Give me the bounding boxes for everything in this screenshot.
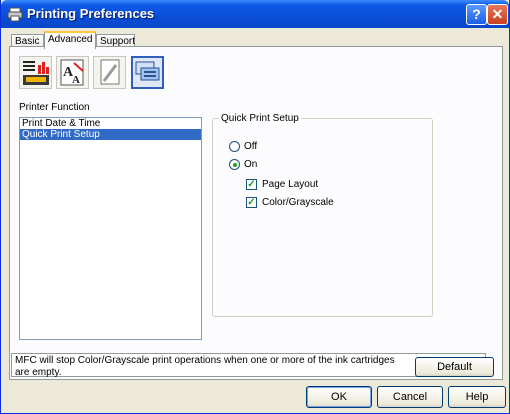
print-quality-button[interactable] <box>19 56 52 89</box>
default-button[interactable]: Default <box>415 357 494 377</box>
copy-stamp-button[interactable] <box>93 56 126 89</box>
cancel-button[interactable]: Cancel <box>377 386 443 408</box>
help-title-button[interactable]: ? <box>466 4 487 25</box>
quick-print-setup-title: Quick Print Setup <box>219 113 301 124</box>
list-item-print-date-time[interactable]: Print Date & Time <box>20 118 201 129</box>
watermark-button[interactable]: A A <box>56 56 89 89</box>
printer-function-label: Printer Function <box>19 102 90 113</box>
printer-app-icon <box>7 7 23 22</box>
ok-button[interactable]: OK <box>306 386 372 408</box>
color-grayscale-checkbox[interactable]: ✓ <box>246 197 257 208</box>
watermark-icon: A A <box>60 59 84 86</box>
quick-print-setup-group: Quick Print Setup Off On ✓ Page Layout ✓… <box>212 113 433 317</box>
page-layout-label[interactable]: Page Layout <box>262 179 318 190</box>
copy-stamp-icon <box>100 59 120 85</box>
list-item-quick-print-setup[interactable]: Quick Print Setup <box>20 129 201 140</box>
radio-selected-dot <box>233 163 237 167</box>
printing-preferences-window: Printing Preferences ? ✕ Basic Advanced … <box>0 0 510 414</box>
tab-advanced[interactable]: Advanced <box>44 31 96 49</box>
close-button[interactable]: ✕ <box>487 4 508 25</box>
info-message-text: MFC will stop Color/Grayscale print oper… <box>15 355 395 378</box>
page-layout-checkbox[interactable]: ✓ <box>246 179 257 190</box>
help-button[interactable]: Help <box>448 386 506 408</box>
advanced-tab-panel: A A Printer Function Print Date & Time Q… <box>9 46 503 380</box>
color-grayscale-label[interactable]: Color/Grayscale <box>262 197 334 208</box>
off-label[interactable]: Off <box>244 141 257 152</box>
window-title: Printing Preferences <box>27 6 155 21</box>
title-bar[interactable]: Printing Preferences ? ✕ <box>1 0 509 28</box>
on-label[interactable]: On <box>244 159 257 170</box>
device-options-button[interactable] <box>131 56 164 89</box>
device-options-icon <box>135 61 160 81</box>
print-quality-icon <box>23 61 49 85</box>
off-radio[interactable] <box>229 141 240 152</box>
on-radio[interactable] <box>229 159 240 170</box>
printer-function-list[interactable]: Print Date & Time Quick Print Setup <box>19 117 202 340</box>
svg-text:A: A <box>72 74 80 86</box>
